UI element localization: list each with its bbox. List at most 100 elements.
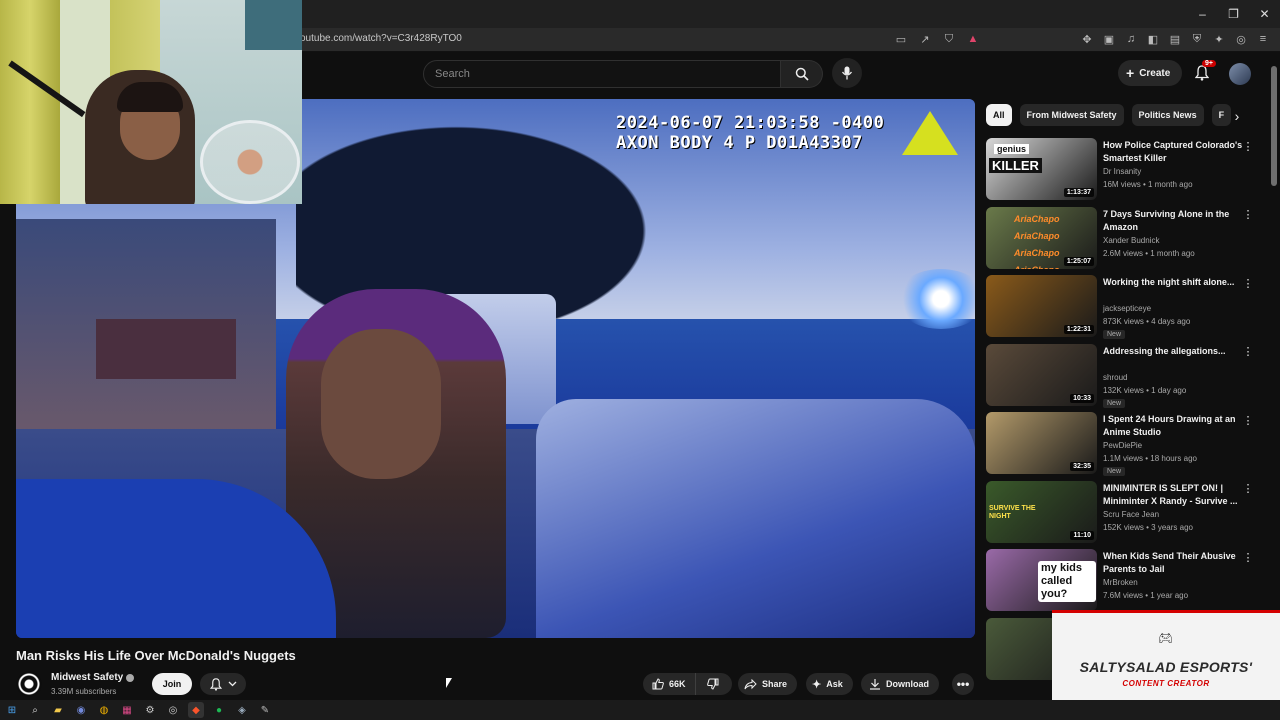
brave-rewards-icon[interactable]: ▲ xyxy=(966,32,980,46)
voice-search-button[interactable] xyxy=(832,58,862,88)
file-explorer-icon[interactable]: ▰ xyxy=(50,702,66,718)
more-vert-icon[interactable]: ⋮ xyxy=(1243,139,1254,153)
download-icon xyxy=(870,679,880,690)
recommendation-item[interactable]: AriaChapoAriaChapoAriaChapoAriaChapoAria… xyxy=(986,206,1266,276)
recommendation-meta: 873K views • 4 days ago xyxy=(1103,317,1191,326)
ai-sparkle-icon[interactable]: ✦ xyxy=(1212,32,1226,46)
music-icon[interactable]: ♫ xyxy=(1124,32,1138,46)
search-button[interactable] xyxy=(781,60,823,88)
more-vert-icon[interactable]: ⋮ xyxy=(1243,413,1254,427)
screen-icon[interactable]: ▭ xyxy=(894,32,908,46)
like-button[interactable]: 66K xyxy=(643,673,696,695)
recommendation-item[interactable]: SURVIVE THE NIGHT 11:10 MINIMINTER IS SLEP… xyxy=(986,480,1266,550)
app-icon[interactable]: ▦ xyxy=(119,702,135,718)
restore-button[interactable]: ❐ xyxy=(1218,0,1249,28)
more-vert-icon[interactable]: ⋮ xyxy=(1243,208,1254,222)
chip-politics-news[interactable]: Politics News xyxy=(1131,104,1204,126)
join-button[interactable]: Join xyxy=(152,673,192,695)
spotify-icon[interactable]: ● xyxy=(211,702,227,718)
more-vert-icon[interactable]: ⋮ xyxy=(1243,482,1254,496)
url-text[interactable]: outube.com/watch?v=C3r428RyTO0 xyxy=(300,33,462,44)
discord-icon[interactable]: ◉ xyxy=(73,702,89,718)
recommendation-thumbnail[interactable]: 32:35 xyxy=(986,412,1097,474)
ask-label: Ask xyxy=(826,679,843,689)
chip-from-channel[interactable]: From Midwest Safety xyxy=(1019,104,1124,126)
privacy-icon[interactable]: ◎ xyxy=(1234,32,1248,46)
search-box xyxy=(423,60,781,88)
share-icon xyxy=(744,678,757,689)
steam-client-icon[interactable]: ◈ xyxy=(234,702,250,718)
chat-overlay-tag: AriaChapo xyxy=(1014,230,1060,241)
video-title: Man Risks His Life Over McDonald's Nugge… xyxy=(16,648,296,663)
bell-icon xyxy=(209,677,222,691)
recommendation-item[interactable]: 10:33 Addressing the allegations... shroud… xyxy=(986,343,1266,413)
wallet-card-icon[interactable]: ▤ xyxy=(1168,32,1182,46)
recommendation-title[interactable]: When Kids Send Their Abusive Parents to … xyxy=(1103,550,1243,576)
recommendation-thumbnail[interactable]: genius KILLER 1:13:37 xyxy=(986,138,1097,200)
more-actions-button[interactable]: ••• xyxy=(952,673,974,695)
recommendation-thumbnail[interactable]: 10:33 xyxy=(986,343,1097,406)
close-window-button[interactable]: ✕ xyxy=(1249,0,1280,28)
video-duration: 32:35 xyxy=(1070,462,1094,471)
ask-button[interactable]: ✦ Ask xyxy=(806,673,853,695)
recommendation-thumbnail[interactable]: SURVIVE THE NIGHT 11:10 xyxy=(986,480,1097,543)
recommendation-title[interactable]: I Spent 24 Hours Drawing at an Anime Stu… xyxy=(1103,413,1243,439)
steam-icon[interactable]: ⚙ xyxy=(142,702,158,718)
chip-all[interactable]: All xyxy=(986,104,1012,126)
recommendation-title[interactable]: 7 Days Surviving Alone in the Amazon xyxy=(1103,208,1243,234)
video-duration: 1:22:31 xyxy=(1063,325,1094,334)
account-avatar[interactable] xyxy=(1229,63,1251,85)
chevron-right-icon[interactable]: › xyxy=(1227,106,1247,126)
brave-browser-icon[interactable]: ◆ xyxy=(188,702,204,718)
share-button[interactable]: Share xyxy=(738,673,798,695)
app-extra-icon[interactable]: ✎ xyxy=(257,702,273,718)
recommendation-item[interactable]: my kids called you? When Kids Send Their … xyxy=(986,549,1266,618)
channel-name[interactable]: Midwest Safety xyxy=(51,672,123,683)
recommendation-title[interactable]: Addressing the allegations... xyxy=(1103,345,1243,358)
wallet-icon[interactable]: ▣ xyxy=(1102,32,1116,46)
create-button[interactable]: + Create xyxy=(1118,60,1183,86)
recommendation-item[interactable]: genius KILLER 1:13:37 How Police Captured C… xyxy=(986,138,1266,207)
more-vert-icon[interactable]: ⋮ xyxy=(1243,345,1254,359)
bell-icon xyxy=(1195,65,1209,81)
recommendation-channel[interactable]: shroud xyxy=(1103,373,1127,382)
recommendation-title[interactable]: MINIMINTER IS SLEPT ON! | Miniminter X R… xyxy=(1103,482,1243,508)
vpn-icon[interactable]: ⛨ xyxy=(1190,32,1204,46)
more-vert-icon[interactable]: ⋮ xyxy=(1243,276,1254,290)
taskbar-search-icon[interactable]: ⌕ xyxy=(27,702,43,718)
subscription-bell-button[interactable] xyxy=(200,673,246,695)
sidebar-icon[interactable]: ◧ xyxy=(1146,32,1160,46)
download-button[interactable]: Download xyxy=(861,673,939,695)
recommendation-channel[interactable]: jacksepticeye xyxy=(1103,304,1151,313)
recommendation-title[interactable]: How Police Captured Colorado's Smartest … xyxy=(1103,139,1243,165)
scrollbar[interactable] xyxy=(1271,66,1277,186)
recommendation-meta: 7.6M views • 1 year ago xyxy=(1103,591,1189,600)
windows-start-icon[interactable]: ⊞ xyxy=(4,702,20,718)
more-vert-icon[interactable]: ⋮ xyxy=(1243,550,1254,564)
screen: – ❐ ✕ outube.com/watch?v=C3r428RyTO0 ▭ ↗… xyxy=(0,0,1280,720)
chat-overlay-tag: AriaChapo xyxy=(1014,265,1060,269)
obs-icon[interactable]: ◎ xyxy=(165,702,181,718)
chrome-icon[interactable]: ◍ xyxy=(96,702,112,718)
minimize-button[interactable]: – xyxy=(1187,0,1218,28)
recommendation-thumbnail[interactable]: 1:22:31 xyxy=(986,275,1097,337)
webcam-fan xyxy=(200,120,300,204)
recommendation-channel[interactable]: Dr Insanity xyxy=(1103,167,1141,176)
extensions-icon[interactable]: ✥ xyxy=(1080,32,1094,46)
shield-icon[interactable]: ⛉ xyxy=(942,32,956,46)
notification-badge: 9+ xyxy=(1202,60,1216,67)
dislike-button[interactable] xyxy=(696,673,730,695)
recommendation-item[interactable]: 32:35 I Spent 24 Hours Drawing at an Anim… xyxy=(986,412,1266,481)
recommendation-channel[interactable]: Xander Budnick xyxy=(1103,236,1159,245)
search-input[interactable] xyxy=(424,61,780,87)
channel-avatar[interactable] xyxy=(16,671,42,697)
recommendation-channel[interactable]: PewDiePie xyxy=(1103,441,1142,450)
recommendation-thumbnail[interactable]: my kids called you? xyxy=(986,549,1097,611)
recommendation-channel[interactable]: Scru Face Jean xyxy=(1103,510,1159,519)
recommendation-channel[interactable]: MrBroken xyxy=(1103,578,1138,587)
recommendation-item[interactable]: 1:22:31 Working the night shift alone... j… xyxy=(986,275,1266,344)
share-page-icon[interactable]: ↗ xyxy=(918,32,932,46)
recommendation-thumbnail[interactable]: AriaChapoAriaChapoAriaChapoAriaChapoAria… xyxy=(986,206,1097,269)
menu-icon[interactable]: ≡ xyxy=(1256,32,1270,46)
recommendation-title[interactable]: Working the night shift alone... xyxy=(1103,276,1243,289)
